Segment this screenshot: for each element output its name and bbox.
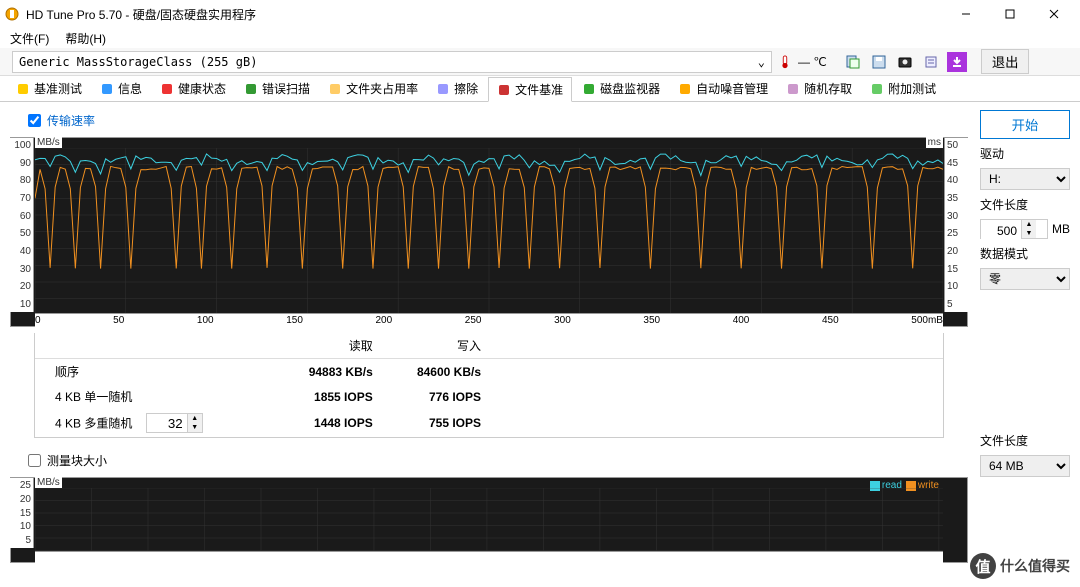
temperature-value: — ℃ [798, 55, 827, 69]
speaker-icon [678, 82, 692, 96]
download-icon[interactable] [947, 52, 967, 72]
screenshot-icon[interactable] [895, 52, 915, 72]
maximize-button[interactable] [988, 0, 1032, 28]
thermometer-icon [778, 55, 792, 69]
chart-icon [582, 82, 596, 96]
y-unit-left: MB/s [35, 137, 62, 148]
tab-extra[interactable]: 附加测试 [862, 77, 944, 100]
y-unit-right: ms [926, 137, 943, 148]
tab-heart[interactable]: 健康状态 [152, 77, 234, 100]
heart-icon [160, 82, 174, 96]
filelen2-select[interactable]: 64 MB [980, 455, 1070, 477]
mode-select[interactable]: 零 [980, 268, 1070, 290]
block-size-label: 测量块大小 [47, 452, 107, 469]
extra-icon [870, 82, 884, 96]
tab-bulb[interactable]: 基准测试 [8, 77, 90, 100]
close-button[interactable] [1032, 0, 1076, 28]
tab-file[interactable]: 文件基准 [488, 77, 572, 102]
table-row: 4 KB 多重随机 ▲▼1448 IOPS755 IOPS [35, 409, 943, 437]
watermark: 值 什么值得买 [970, 553, 1070, 579]
results-table: 读取 写入 顺序94883 KB/s84600 KB/s4 KB 单一随机185… [34, 333, 944, 438]
transfer-rate-label: 传输速率 [47, 112, 95, 129]
qd-down[interactable]: ▼ [188, 423, 202, 432]
queue-depth-input[interactable] [147, 414, 187, 432]
folder-icon [328, 82, 342, 96]
filelen-unit: MB [1052, 222, 1070, 236]
qd-up[interactable]: ▲ [188, 414, 202, 423]
device-select[interactable]: Generic MassStorageClass (255 gB) ⌄ [12, 51, 772, 73]
tab-random[interactable]: 随机存取 [778, 77, 860, 100]
drive-select[interactable]: H: [980, 168, 1070, 190]
bulb-icon [16, 82, 30, 96]
transfer-rate-chart: MB/s ms 100908070605040302010 5045403530… [10, 137, 968, 327]
tab-bar: 基准测试信息健康状态错误扫描文件夹占用率擦除文件基准磁盘监视器自动噪音管理随机存… [0, 76, 1080, 102]
start-button[interactable]: 开始 [980, 110, 1070, 139]
filelen-label: 文件长度 [980, 196, 1070, 213]
filelen2-label: 文件长度 [980, 432, 1070, 449]
settings-icon[interactable] [921, 52, 941, 72]
tab-info[interactable]: 信息 [92, 77, 150, 100]
tab-speaker[interactable]: 自动噪音管理 [670, 77, 776, 100]
exit-button[interactable]: 退出 [981, 49, 1030, 74]
window-title: HD Tune Pro 5.70 - 硬盘/固态硬盘实用程序 [26, 6, 944, 23]
tab-eraser[interactable]: 擦除 [428, 77, 486, 100]
y-unit-left-2: MB/s [35, 477, 62, 488]
filelen-input[interactable] [981, 220, 1021, 242]
tab-chart[interactable]: 磁盘监视器 [574, 77, 668, 100]
chevron-down-icon: ⌄ [758, 55, 765, 69]
drive-label: 驱动 [980, 145, 1070, 162]
menu-help[interactable]: 帮助(H) [61, 28, 110, 49]
block-size-chart: MB/s read write 252015105 [10, 477, 968, 563]
random-icon [786, 82, 800, 96]
app-icon [4, 6, 20, 22]
minimize-button[interactable] [944, 0, 988, 28]
col-write: 写入 [381, 333, 489, 359]
file-icon [497, 83, 511, 97]
save-icon[interactable] [869, 52, 889, 72]
transfer-rate-checkbox[interactable] [28, 114, 41, 127]
tab-folder[interactable]: 文件夹占用率 [320, 77, 426, 100]
tab-search[interactable]: 错误扫描 [236, 77, 318, 100]
mode-label: 数据模式 [980, 245, 1070, 262]
table-row: 4 KB 单一随机1855 IOPS776 IOPS [35, 384, 943, 409]
info-icon [100, 82, 114, 96]
block-size-checkbox[interactable] [28, 454, 41, 467]
filelen-down[interactable]: ▼ [1022, 229, 1036, 238]
copy-icon[interactable] [843, 52, 863, 72]
search-icon [244, 82, 258, 96]
menu-file[interactable]: 文件(F) [6, 28, 53, 49]
col-read: 读取 [273, 333, 381, 359]
table-row: 顺序94883 KB/s84600 KB/s [35, 359, 943, 385]
device-name: Generic MassStorageClass (255 gB) [19, 55, 257, 69]
filelen-up[interactable]: ▲ [1022, 220, 1036, 229]
eraser-icon [436, 82, 450, 96]
